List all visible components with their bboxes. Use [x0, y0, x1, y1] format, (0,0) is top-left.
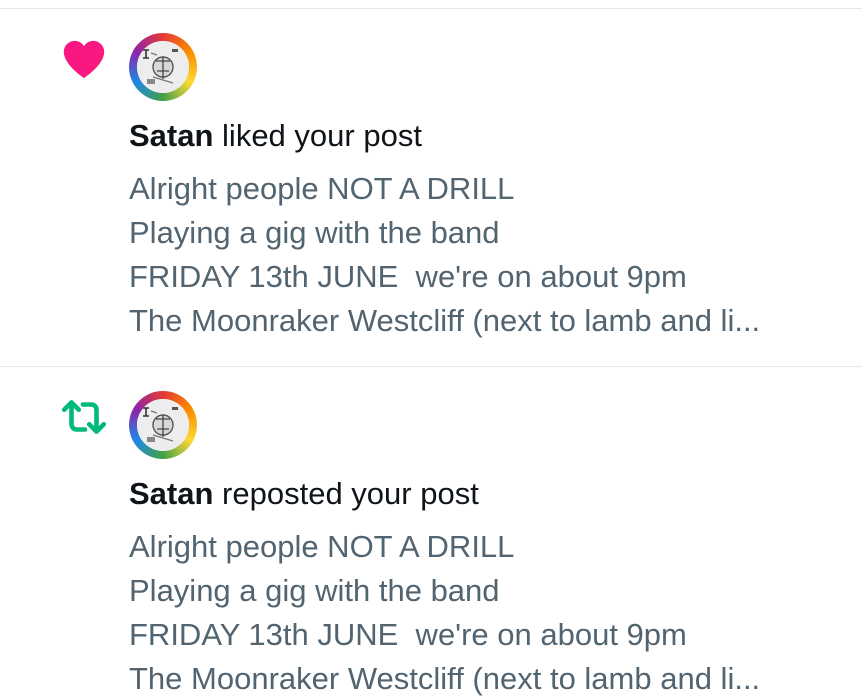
avatar[interactable] [129, 391, 197, 459]
repost-icon [59, 392, 109, 442]
post-line: Playing a gig with the band [129, 215, 500, 250]
notification-headline: Satan reposted your post [129, 476, 479, 512]
post-line: Alright people NOT A DRILL [129, 171, 515, 206]
user-name[interactable]: Satan [129, 476, 213, 511]
post-line: Playing a gig with the band [129, 573, 500, 608]
heart-icon [59, 34, 109, 84]
avatar-image [137, 399, 189, 451]
post-line: Alright people NOT A DRILL [129, 529, 515, 564]
post-line: FRIDAY 13th JUNE we're on about 9pm [129, 259, 687, 294]
post-line: FRIDAY 13th JUNE we're on about 9pm [129, 617, 687, 652]
post-preview[interactable]: Alright people NOT A DRILL Playing a gig… [129, 167, 849, 343]
notification-repost[interactable]: Satan reposted your post Alright people … [0, 367, 862, 700]
post-line: The Moonraker Westcliff (next to lamb an… [129, 303, 761, 338]
action-text: reposted your post [222, 476, 479, 511]
avatar[interactable] [129, 33, 197, 101]
action-text: liked your post [222, 118, 422, 153]
post-preview[interactable]: Alright people NOT A DRILL Playing a gig… [129, 525, 849, 700]
notification-headline: Satan liked your post [129, 118, 422, 154]
notification-like[interactable]: Satan liked your post Alright people NOT… [0, 9, 862, 364]
avatar-image [137, 41, 189, 93]
post-line: The Moonraker Westcliff (next to lamb an… [129, 661, 761, 696]
notifications-feed: Satan liked your post Alright people NOT… [0, 0, 862, 700]
user-name[interactable]: Satan [129, 118, 213, 153]
